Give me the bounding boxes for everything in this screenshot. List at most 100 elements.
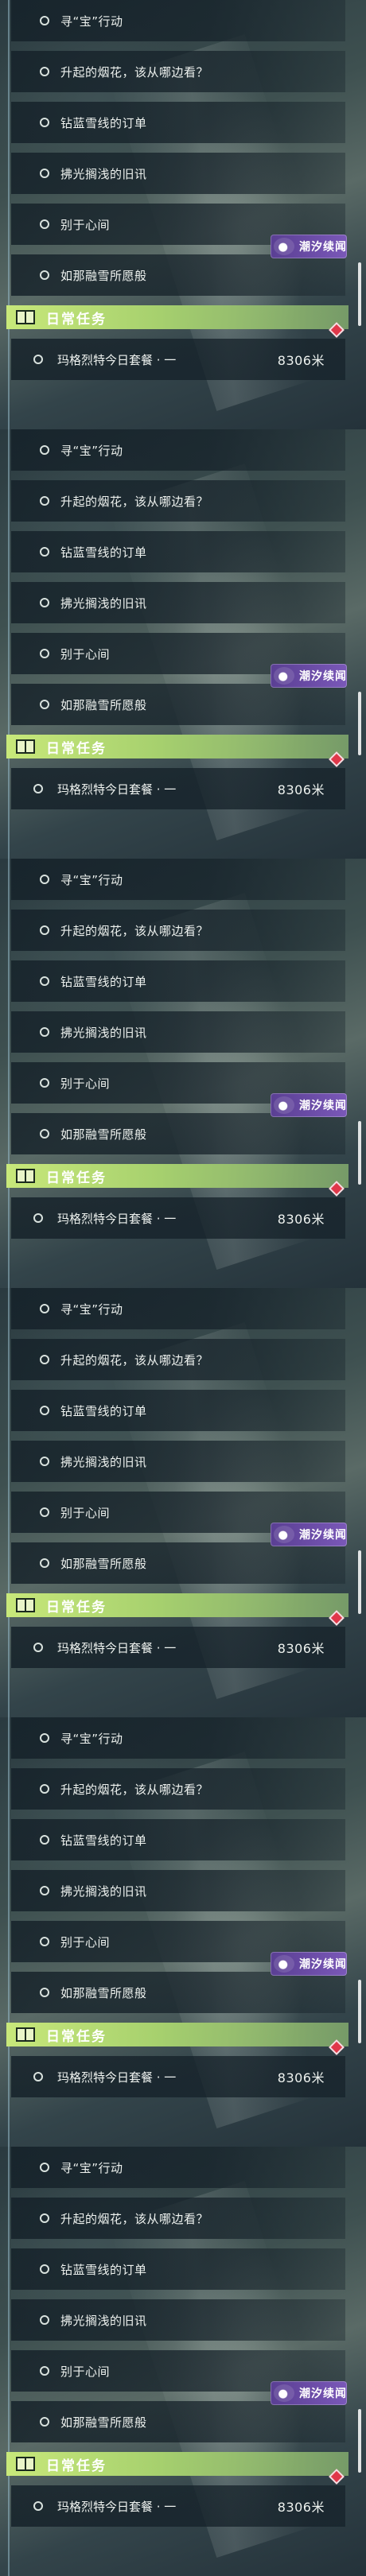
daily-task-header[interactable]: 日常任务 — [6, 305, 348, 329]
quest-list: 寻“宝”行动 升起的烟花，该从哪边看？ 钻蓝雪线的订单 拂光搁浅的旧讯 别于心间… — [11, 429, 345, 735]
quest-item[interactable]: 寻“宝”行动 — [11, 1288, 345, 1329]
quest-ring-icon — [40, 976, 49, 986]
quest-ring-icon — [40, 1733, 49, 1743]
quest-label: 升起的烟花，该从哪边看？ — [60, 2211, 209, 2226]
quest-item[interactable]: 如那融雪所愿般 — [11, 1113, 345, 1154]
quest-ring-icon — [40, 1988, 49, 1997]
region-tag: 潮汐续闻 — [271, 664, 347, 688]
daily-quest-item[interactable]: 玛格烈特今日套餐 · 一 8306米 — [11, 1610, 345, 1668]
quest-item[interactable]: 寻“宝”行动 — [11, 859, 345, 900]
scrollbar[interactable] — [358, 2409, 361, 2473]
quest-item[interactable]: 寻“宝”行动 — [11, 429, 345, 471]
quest-ring-icon — [40, 2264, 49, 2274]
quest-item[interactable]: 钻蓝雪线的订单 — [11, 1390, 345, 1431]
quest-list: 寻“宝”行动 升起的烟花，该从哪边看？ 钻蓝雪线的订单 拂光搁浅的旧讯 别于心间… — [11, 2147, 345, 2452]
quest-item[interactable]: 升起的烟花，该从哪边看？ — [11, 51, 345, 92]
tracker-side-bar — [8, 859, 10, 1288]
quest-item[interactable]: 拂光搁浅的旧讯 — [11, 1011, 345, 1053]
daily-quest-item[interactable]: 玛格烈特今日套餐 · 一 8306米 — [11, 1181, 345, 1239]
quest-item[interactable]: 钻蓝雪线的订单 — [11, 1819, 345, 1860]
quest-item[interactable]: 钻蓝雪线的订单 — [11, 960, 345, 1002]
quest-ring-icon — [40, 2417, 49, 2427]
quest-item[interactable]: 如那融雪所愿般 — [11, 254, 345, 296]
scrollbar[interactable] — [358, 1121, 361, 1185]
quest-item[interactable]: 寻“宝”行动 — [11, 0, 345, 41]
quest-ring-icon — [40, 1937, 49, 1946]
quest-item[interactable]: 寻“宝”行动 — [11, 1717, 345, 1759]
daily-task-title: 日常任务 — [46, 311, 107, 328]
quest-label: 升起的烟花，该从哪边看？ — [60, 923, 209, 938]
quest-item[interactable]: 拂光搁浅的旧讯 — [11, 1441, 345, 1482]
daily-quest-label: 玛格烈特今日套餐 · 一 — [57, 1640, 177, 1655]
region-tag-label: 潮汐续闻 — [299, 1958, 347, 1971]
quest-item[interactable]: 钻蓝雪线的订单 — [11, 102, 345, 143]
quest-item[interactable]: 如那融雪所愿般 — [11, 1542, 345, 1584]
tracker-side-bar — [8, 0, 10, 429]
daily-task-title: 日常任务 — [46, 1599, 107, 1616]
region-tag-icon — [274, 1526, 294, 1543]
quest-item[interactable]: 升起的烟花，该从哪边看？ — [11, 1339, 345, 1380]
quest-list: 寻“宝”行动 升起的烟花，该从哪边看？ 钻蓝雪线的订单 拂光搁浅的旧讯 别于心间… — [11, 1288, 345, 1593]
quest-item[interactable]: 如那融雪所愿般 — [11, 2401, 345, 2442]
region-tag-label: 潮汐续闻 — [299, 241, 347, 254]
quest-item[interactable]: 升起的烟花，该从哪边看？ — [11, 480, 345, 522]
scrollbar[interactable] — [358, 262, 361, 326]
quest-ring-icon — [40, 445, 49, 455]
quest-item[interactable]: 拂光搁浅的旧讯 — [11, 153, 345, 194]
quest-panel: 寻“宝”行动 升起的烟花，该从哪边看？ 钻蓝雪线的订单 拂光搁浅的旧讯 别于心间… — [0, 0, 366, 429]
quest-label: 如那融雪所愿般 — [60, 268, 147, 283]
quest-item[interactable]: 升起的烟花，该从哪边看？ — [11, 910, 345, 951]
quest-panel: 寻“宝”行动 升起的烟花，该从哪边看？ 钻蓝雪线的订单 拂光搁浅的旧讯 别于心间… — [0, 1717, 366, 2147]
region-tag-icon — [274, 667, 294, 685]
daily-quest-label: 玛格烈特今日套餐 · 一 — [57, 782, 177, 797]
region-tag-label: 潮汐续闻 — [299, 670, 347, 683]
quest-item[interactable]: 拂光搁浅的旧讯 — [11, 582, 345, 623]
quest-panel: 寻“宝”行动 升起的烟花，该从哪边看？ 钻蓝雪线的订单 拂光搁浅的旧讯 别于心间… — [0, 429, 366, 859]
quest-label: 别于心间 — [60, 1505, 111, 1520]
daily-quest-item[interactable]: 玛格烈特今日套餐 · 一 8306米 — [11, 751, 345, 809]
quest-label: 钻蓝雪线的订单 — [60, 1403, 147, 1418]
daily-task-header[interactable]: 日常任务 — [6, 1593, 348, 1617]
quest-item[interactable]: 拂光搁浅的旧讯 — [11, 1870, 345, 1911]
daily-quest-item[interactable]: 玛格烈特今日套餐 · 一 8306米 — [11, 2469, 345, 2527]
daily-quest-item[interactable]: 玛格烈特今日套餐 · 一 8306米 — [11, 2039, 345, 2097]
quest-label: 寻“宝”行动 — [60, 2160, 123, 2175]
daily-quest-item[interactable]: 玛格烈特今日套餐 · 一 8306米 — [11, 322, 345, 380]
quest-tracker-strip: 寻“宝”行动 升起的烟花，该从哪边看？ 钻蓝雪线的订单 拂光搁浅的旧讯 别于心间… — [0, 0, 366, 2576]
quest-label: 拂光搁浅的旧讯 — [60, 596, 147, 611]
daily-task-header[interactable]: 日常任务 — [6, 1164, 348, 1188]
quest-item[interactable]: 如那融雪所愿般 — [11, 1972, 345, 2013]
daily-quest-label: 玛格烈特今日套餐 · 一 — [57, 2070, 177, 2085]
tracker-side-bar — [8, 429, 10, 859]
scrollbar[interactable] — [358, 1980, 361, 2043]
quest-item[interactable]: 钻蓝雪线的订单 — [11, 531, 345, 572]
quest-item[interactable]: 升起的烟花，该从哪边看？ — [11, 1768, 345, 1810]
quest-label: 寻“宝”行动 — [60, 14, 123, 29]
quest-ring-icon — [33, 1213, 43, 1223]
quest-item[interactable]: 寻“宝”行动 — [11, 2147, 345, 2188]
quest-panel: 寻“宝”行动 升起的烟花，该从哪边看？ 钻蓝雪线的订单 拂光搁浅的旧讯 别于心间… — [0, 859, 366, 1288]
quest-ring-icon — [33, 2072, 43, 2081]
distance-label: 8306米 — [277, 2500, 325, 2515]
quest-panel: 寻“宝”行动 升起的烟花，该从哪边看？ 钻蓝雪线的订单 拂光搁浅的旧讯 别于心间… — [0, 2147, 366, 2576]
quest-ring-icon — [40, 1406, 49, 1415]
quest-ring-icon — [40, 270, 49, 280]
daily-quest-label: 玛格烈特今日套餐 · 一 — [57, 2499, 177, 2514]
quest-item[interactable]: 拂光搁浅的旧讯 — [11, 2299, 345, 2341]
scrollbar[interactable] — [358, 1550, 361, 1614]
quest-ring-icon — [40, 598, 49, 607]
distance-label: 8306米 — [277, 782, 325, 797]
quest-ring-icon — [40, 1129, 49, 1139]
daily-task-header[interactable]: 日常任务 — [6, 735, 348, 758]
quest-panel: 寻“宝”行动 升起的烟花，该从哪边看？ 钻蓝雪线的订单 拂光搁浅的旧讯 别于心间… — [0, 1288, 366, 1717]
scrollbar[interactable] — [358, 692, 361, 755]
quest-label: 拂光搁浅的旧讯 — [60, 2313, 147, 2328]
quest-ring-icon — [40, 1457, 49, 1466]
daily-task-header[interactable]: 日常任务 — [6, 2023, 348, 2046]
quest-label: 钻蓝雪线的订单 — [60, 545, 147, 560]
book-icon — [16, 310, 35, 324]
daily-task-header[interactable]: 日常任务 — [6, 2452, 348, 2476]
quest-item[interactable]: 钻蓝雪线的订单 — [11, 2248, 345, 2290]
quest-item[interactable]: 升起的烟花，该从哪边看？ — [11, 2198, 345, 2239]
quest-item[interactable]: 如那融雪所愿般 — [11, 684, 345, 725]
